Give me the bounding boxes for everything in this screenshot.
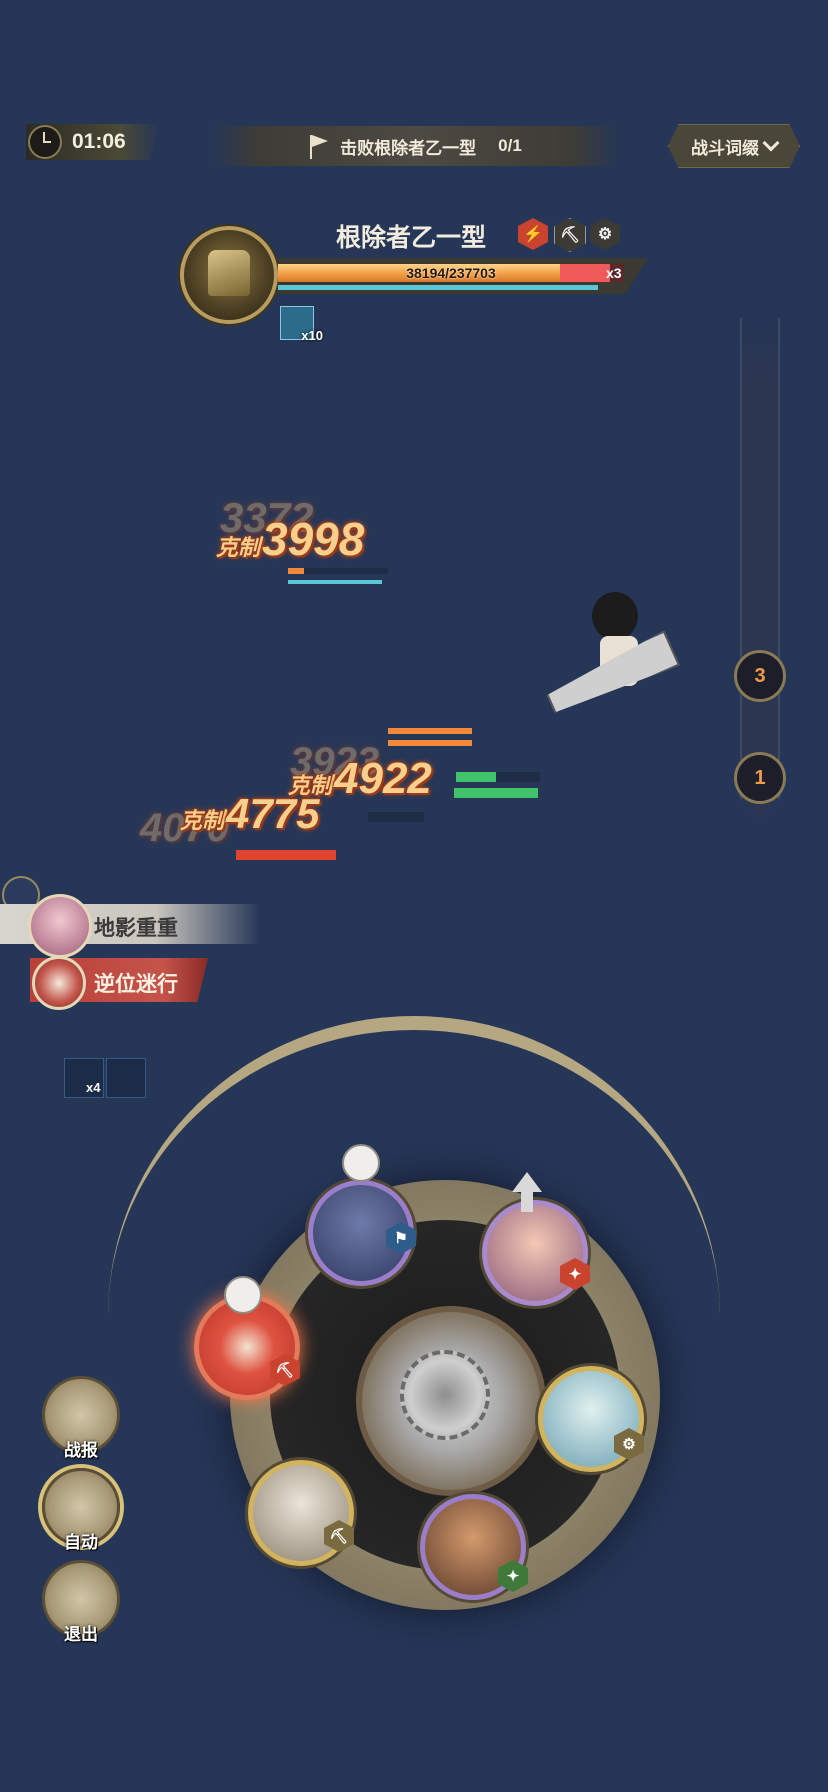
damage-number: 克制4775	[180, 790, 319, 838]
trait-gear-icon[interactable]: ⚙	[590, 218, 620, 250]
buff-stack-count: x10	[301, 328, 323, 343]
enemy-mini-hp	[388, 740, 472, 746]
boss-shield-bar	[278, 285, 598, 290]
battle-terms-label: 战斗词缀	[691, 138, 759, 158]
boss-hp-multiplier: x3	[606, 265, 622, 281]
damage-number: 克制3998	[216, 512, 364, 566]
boss-hp-text: 38194/237703	[406, 265, 496, 281]
enemy-head	[592, 592, 638, 640]
spiral-icon	[342, 1144, 380, 1182]
damage-value: 3998	[262, 513, 365, 565]
timer-text: 01:06	[72, 130, 126, 153]
avatar	[28, 894, 92, 958]
gear-icon	[400, 1350, 490, 1440]
damage-tag: 克制	[180, 808, 225, 833]
damage-value: 4775	[226, 790, 320, 837]
exit-label: 退出	[64, 1625, 98, 1644]
enemy-mini-bar	[368, 812, 424, 822]
spiral-icon	[224, 1276, 262, 1314]
clock-icon	[28, 125, 62, 159]
skill-notice-text: 地影重重	[94, 917, 178, 940]
wave-buff-icon[interactable]	[106, 1058, 146, 1098]
skill-notice-text: 逆位迷行	[94, 973, 178, 996]
objective-count: 0/1	[498, 136, 522, 155]
damage-value: 4922	[334, 754, 432, 803]
spiral-skill-icon	[32, 956, 86, 1010]
enemy-mini-hp	[288, 568, 304, 574]
objective-text: 击败根除者乙一型	[340, 138, 477, 158]
objective-banner: 击败根除者乙一型 0/1	[210, 126, 620, 166]
wave-node-3[interactable]: 3	[734, 650, 786, 702]
auto-battle-label: 自动	[64, 1533, 98, 1552]
damage-tag: 克制	[216, 535, 261, 560]
ally-mini-hp	[454, 788, 538, 798]
wave-track	[740, 318, 780, 818]
battle-report-label: 战报	[64, 1441, 98, 1460]
enemy-unit[interactable]	[540, 580, 690, 730]
ally-mini-hp	[456, 772, 496, 782]
boss-portrait[interactable]	[180, 226, 278, 324]
enemy-mini-hp	[236, 850, 336, 860]
battle-timer: 01:06	[26, 124, 160, 160]
trait-burst-icon[interactable]: ⚡	[518, 218, 548, 250]
enemy-mini-shield	[288, 580, 382, 584]
enemy-mini-hp	[388, 728, 472, 734]
flag-icon	[308, 133, 330, 159]
buff-stack-count: x4	[86, 1080, 101, 1095]
exit-button[interactable]: 退出	[42, 1560, 120, 1644]
boss-buff-icon[interactable]: x10	[280, 306, 323, 343]
battle-report-button[interactable]: 战报	[42, 1376, 120, 1460]
auto-battle-button[interactable]: 自动	[42, 1468, 120, 1552]
trait-pick-icon[interactable]: ⛏	[554, 218, 586, 252]
battle-terms-button[interactable]: 战斗词缀	[668, 124, 800, 168]
boss-name: 根除者乙一型	[336, 224, 487, 252]
character-slot-2[interactable]	[482, 1200, 588, 1306]
chevron-down-icon	[762, 134, 780, 152]
wave-node-1[interactable]: 1	[734, 752, 786, 804]
